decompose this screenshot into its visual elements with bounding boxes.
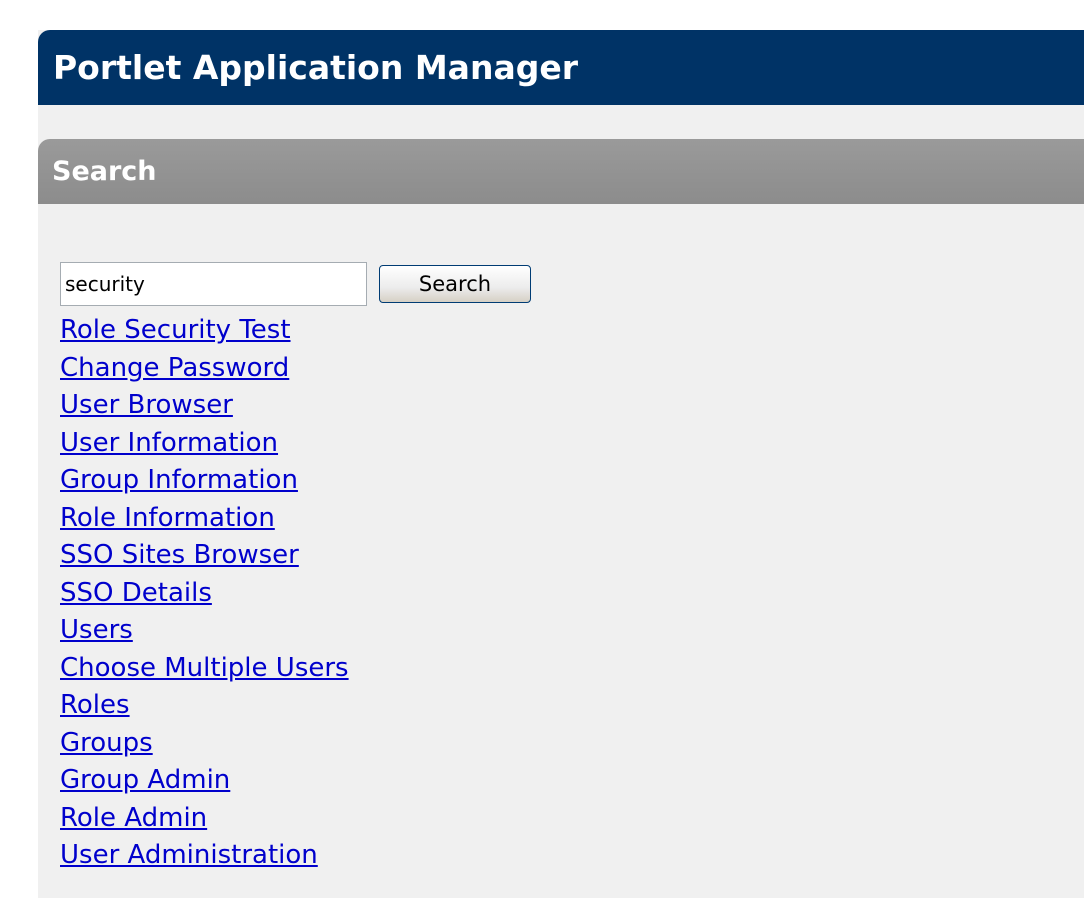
search-section-title: Search: [52, 156, 157, 187]
result-link-sso-sites-browser[interactable]: SSO Sites Browser: [60, 537, 299, 575]
result-link-groups[interactable]: Groups: [60, 725, 153, 763]
result-link-role-information[interactable]: Role Information: [60, 500, 275, 538]
search-button[interactable]: Search: [379, 265, 531, 303]
result-link-change-password[interactable]: Change Password: [60, 350, 289, 388]
result-link-user-browser[interactable]: User Browser: [60, 387, 233, 425]
result-link-role-admin[interactable]: Role Admin: [60, 800, 207, 838]
result-link-group-admin[interactable]: Group Admin: [60, 762, 230, 800]
portlet-application-manager-panel: Portlet Application Manager Search Searc…: [38, 30, 1084, 898]
result-link-sso-details[interactable]: SSO Details: [60, 575, 212, 613]
panel-spacer: [38, 105, 1084, 139]
search-results-list: Role Security Test Change Password User …: [60, 312, 531, 875]
result-link-role-security-test[interactable]: Role Security Test: [60, 312, 291, 350]
result-link-group-information[interactable]: Group Information: [60, 462, 298, 500]
search-input[interactable]: [60, 262, 367, 306]
result-link-roles[interactable]: Roles: [60, 687, 130, 725]
search-content: Search Role Security Test Change Passwor…: [60, 260, 531, 875]
result-link-user-information[interactable]: User Information: [60, 425, 278, 463]
search-row: Search: [60, 260, 531, 308]
result-link-choose-multiple-users[interactable]: Choose Multiple Users: [60, 650, 349, 688]
result-link-users[interactable]: Users: [60, 612, 133, 650]
search-section-header: Search: [38, 139, 1084, 204]
portlet-title: Portlet Application Manager: [53, 48, 578, 87]
portlet-title-bar: Portlet Application Manager: [38, 30, 1084, 105]
page: Portlet Application Manager Search Searc…: [0, 0, 1084, 899]
result-link-user-administration[interactable]: User Administration: [60, 837, 318, 875]
